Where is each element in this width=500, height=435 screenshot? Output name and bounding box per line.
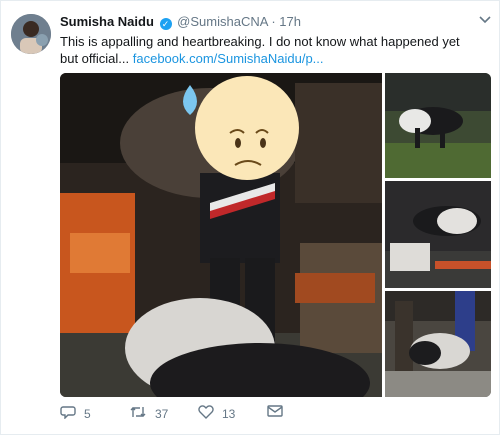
tweet-link[interactable]: facebook.com/SumishaNaidu/p... (133, 51, 324, 66)
tweet-card: Sumisha Naidu ✓ @SumishaCNA · 17h This i… (0, 0, 500, 435)
retweet-count: 37 (155, 406, 169, 421)
reply-icon[interactable] (60, 405, 76, 422)
tweet-text: This is appalling and heartbreaking. I d… (60, 33, 480, 67)
chevron-down-icon[interactable] (479, 13, 491, 27)
retweet-action[interactable]: 37 (129, 405, 168, 422)
separator: · (271, 14, 276, 29)
avatar[interactable] (11, 14, 51, 54)
like-count: 13 (222, 406, 236, 421)
thumbnail-1[interactable] (385, 73, 491, 178)
reply-count: 5 (84, 406, 91, 421)
reply-action[interactable]: 5 (60, 405, 91, 422)
display-name[interactable]: Sumisha Naidu (60, 14, 154, 29)
media-grid (60, 73, 491, 397)
handle[interactable]: @SumishaCNA (177, 14, 268, 29)
heart-icon[interactable] (198, 405, 214, 422)
verified-badge-icon: ✓ (159, 18, 172, 30)
like-action[interactable]: 13 (198, 405, 235, 422)
envelope-icon[interactable] (267, 405, 283, 420)
thumbnail-2[interactable] (385, 181, 491, 288)
main-photo[interactable] (60, 73, 382, 397)
thumbnail-3[interactable] (385, 291, 491, 397)
dm-action[interactable] (267, 405, 283, 420)
tweet-header: Sumisha Naidu ✓ @SumishaCNA · 17h (60, 14, 301, 30)
timestamp[interactable]: 17h (279, 14, 301, 29)
retweet-icon[interactable] (129, 405, 147, 422)
